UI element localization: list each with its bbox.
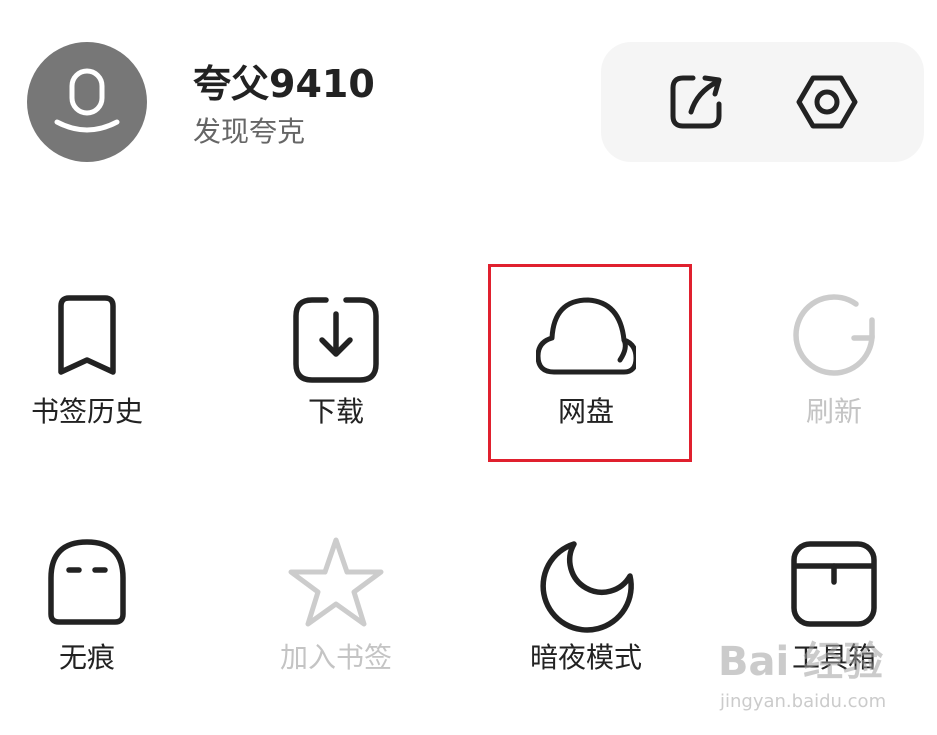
settings-button[interactable] [795,70,859,134]
menu-item-bookmark-history[interactable]: 书签历史 [0,290,187,480]
menu-item-incognito[interactable]: 无痕 [0,536,187,726]
share-button[interactable] [665,70,729,134]
menu-item-label: 刷新 [805,395,862,428]
settings-hexagon-icon [796,75,858,129]
share-arrow-icon [670,75,722,129]
bookmark-icon [58,295,116,375]
menu-item-label: 暗夜模式 [529,641,642,674]
toolbox-icon [791,541,877,627]
menu-item-refresh[interactable]: 刷新 [734,290,934,480]
username[interactable]: 夸父9410 [193,56,375,112]
menu-item-toolbox[interactable]: 工具箱 [734,536,934,726]
menu-item-label: 下载 [307,395,364,428]
menu-item-label: 无痕 [58,641,115,674]
highlight-box [488,264,692,462]
menu-item-download[interactable]: 下载 [236,290,436,480]
user-silhouette-icon [54,68,120,133]
avatar[interactable] [27,42,147,162]
refresh-icon [793,294,875,376]
star-icon [288,537,384,627]
menu-item-night-mode[interactable]: 暗夜模式 [486,536,686,726]
header-action-panel [601,42,924,162]
incognito-ghost-icon [48,539,126,625]
moon-icon [540,541,634,633]
download-icon [293,297,379,383]
menu-item-label: 工具箱 [791,641,876,674]
menu-item-add-bookmark[interactable]: 加入书签 [236,536,436,726]
quark-menu-panel: 夸父9410 发现夸克 书签历史 下载 网盘 刷新 无痕 加入书签 暗夜模式 工… [0,0,937,735]
menu-item-label: 加入书签 [279,641,392,674]
menu-item-label: 书签历史 [30,395,143,428]
profile-subtitle: 发现夸克 [193,115,306,148]
